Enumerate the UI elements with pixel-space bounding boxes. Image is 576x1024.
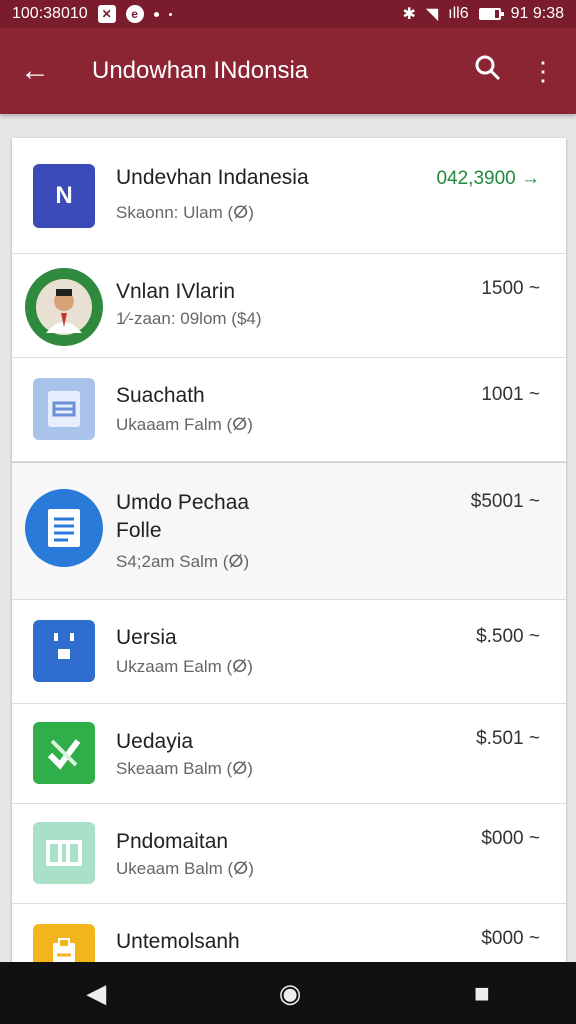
search-icon[interactable] — [474, 54, 502, 89]
overflow-menu-icon[interactable]: ⋮ — [530, 56, 556, 87]
item-subtitle: Skaonn: Ulam (ⵁ) — [116, 203, 254, 222]
notification-box-icon: ✕ — [97, 5, 116, 23]
back-arrow-icon[interactable]: ← — [20, 54, 60, 88]
dot-icon — [168, 12, 172, 16]
list-item[interactable]: Pndomaitan Ukeaam Balm (ⵁ) $000 ~ — [12, 804, 566, 904]
item-price: 1500 ~ — [481, 278, 540, 299]
list-item[interactable]: N Undevhan Indanesia Skaonn: Ulam (ⵁ) 04… — [12, 138, 566, 254]
onenote-icon: N — [33, 164, 95, 228]
list-item[interactable]: Uedayia Skeaam Balm (ⵁ) $.501 ~ — [12, 704, 566, 804]
sheets-icon — [33, 822, 95, 884]
bluetooth-icon: ✱ — [402, 6, 416, 23]
item-subtitle: Ukaaam Falm (ⵁ) — [116, 415, 253, 434]
avatar — [25, 268, 103, 346]
signal-text: ıll6 — [448, 5, 469, 22]
notification-circle-icon: e — [125, 5, 144, 23]
item-subtitle: Skeaam Balm (ⵁ) — [116, 759, 253, 778]
tasks-icon — [33, 722, 95, 784]
wifi-icon: ◥ — [425, 6, 439, 23]
item-title-line2: Folle — [116, 519, 162, 542]
nav-back-icon[interactable]: ◀ — [86, 978, 106, 1009]
item-subtitle: Ukeaam Balm (ⵁ) — [116, 859, 254, 878]
list-item[interactable]: Untemolsanh $000 ~ — [12, 904, 566, 968]
dot-icon — [153, 11, 159, 17]
page-title: Undowhan INdonsia — [92, 57, 309, 84]
nav-home-icon[interactable]: ◉ — [279, 978, 302, 1009]
status-right: ✱ ◥ ıll6 91 9:38 — [402, 4, 564, 24]
status-left-text: 100:38010 — [12, 5, 88, 22]
item-price: $000 ~ — [481, 828, 540, 849]
app-list: N Undevhan Indanesia Skaonn: Ulam (ⵁ) 04… — [12, 138, 566, 968]
navigation-bar: ◀ ◉ ■ — [0, 962, 576, 1024]
item-price: $5001 ~ — [470, 491, 540, 512]
slides-icon — [33, 378, 95, 440]
nav-recents-icon[interactable]: ■ — [474, 978, 490, 1009]
item-price: $000 ~ — [481, 928, 540, 949]
calendar-icon — [33, 620, 95, 682]
status-bar: 100:38010 ✕ e ✱ ◥ ıll6 91 9:38 — [0, 0, 576, 28]
item-subtitle: S4;2am Salm (ⵁ) — [116, 552, 250, 571]
item-subtitle: Ukzaam Ealm (ⵁ) — [116, 657, 253, 676]
app-bar: ← Undowhan INdonsia ⋮ — [0, 28, 576, 114]
item-price: 1001 ~ — [481, 384, 540, 405]
list-item[interactable]: Vnlan IVlarin 1⁄-zaan: 09lom ($4) 1500 ~ — [12, 254, 566, 358]
item-subtitle: 1⁄-zaan: 09lom ($4) — [116, 309, 262, 328]
battery-icon — [478, 8, 504, 20]
list-item[interactable]: Uersia Ukzaam Ealm (ⵁ) $.500 ~ — [12, 600, 566, 704]
docs-icon — [25, 489, 103, 567]
status-left: 100:38010 ✕ e — [12, 5, 172, 23]
item-price: 042,3900 → — [436, 168, 540, 189]
clock: 91 9:38 — [510, 5, 564, 22]
item-price: $.500 ~ — [476, 626, 540, 647]
item-price: $.501 ~ — [476, 728, 540, 749]
list-item[interactable]: Umdo Pechaa Folle S4;2am Salm (ⵁ) $5001 … — [12, 462, 566, 600]
list-item[interactable]: Suachath Ukaaam Falm (ⵁ) 1001 ~ — [12, 358, 566, 462]
